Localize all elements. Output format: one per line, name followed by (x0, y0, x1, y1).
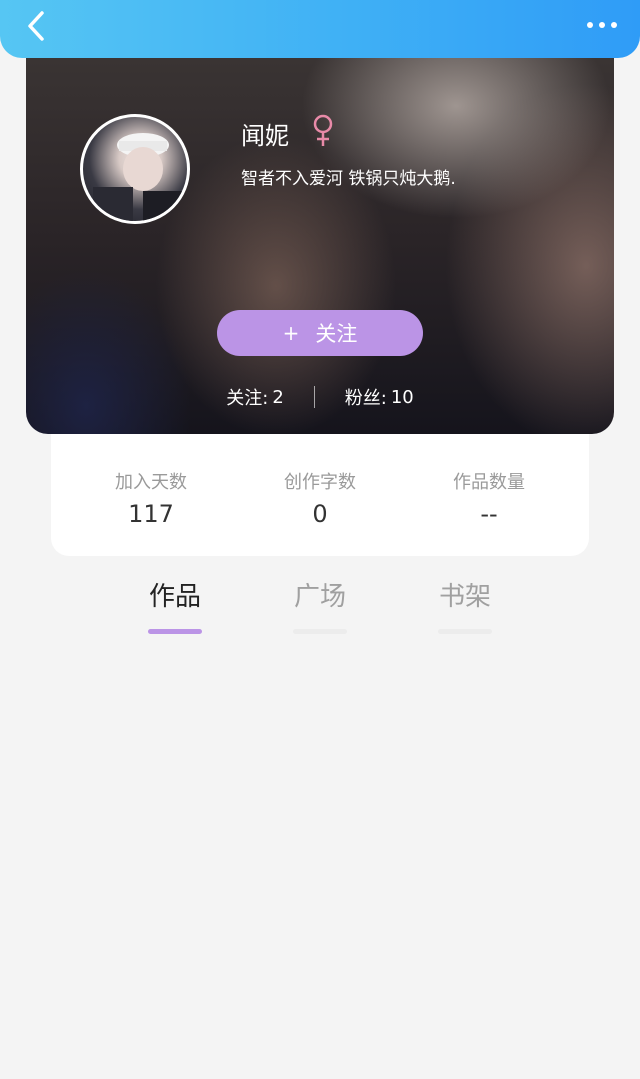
fans-count[interactable]: 粉丝: 10 (345, 384, 414, 410)
divider (313, 386, 315, 408)
stats-card: 加入天数 117 创作字数 0 作品数量 -- (51, 434, 589, 556)
tab-square[interactable]: 广场 (275, 576, 365, 634)
follow-button[interactable]: + 关注 (217, 310, 423, 356)
stat-word-count: 创作字数 0 (284, 472, 356, 528)
profile-header-card: 闻妮 智者不入爱河 铁锅只炖大鹅. + 关注 关注: 2 粉丝: 10 (26, 46, 614, 434)
back-button[interactable] (18, 8, 54, 44)
content-tabs: 作品 广场 书架 (0, 576, 640, 636)
tab-works[interactable]: 作品 (130, 576, 220, 634)
plus-icon: + (282, 321, 300, 345)
stat-join-days: 加入天数 117 (115, 472, 187, 528)
follow-counts: 关注: 2 粉丝: 10 (26, 382, 614, 412)
following-count[interactable]: 关注: 2 (226, 384, 284, 410)
user-bio: 智者不入爱河 铁锅只炖大鹅. (241, 169, 456, 189)
tab-indicator (293, 629, 347, 634)
chevron-left-icon (28, 11, 44, 41)
tab-indicator (148, 629, 202, 634)
follow-button-label: 关注 (315, 322, 358, 346)
tab-indicator (438, 629, 492, 634)
tab-bookshelf[interactable]: 书架 (420, 576, 510, 634)
female-symbol-icon (313, 114, 333, 146)
avatar[interactable] (80, 114, 190, 224)
more-dots-icon (587, 22, 593, 28)
more-button[interactable] (582, 10, 622, 40)
stat-works-count: 作品数量 -- (453, 472, 525, 528)
user-name: 闻妮 (241, 122, 289, 150)
top-bar (0, 0, 640, 58)
